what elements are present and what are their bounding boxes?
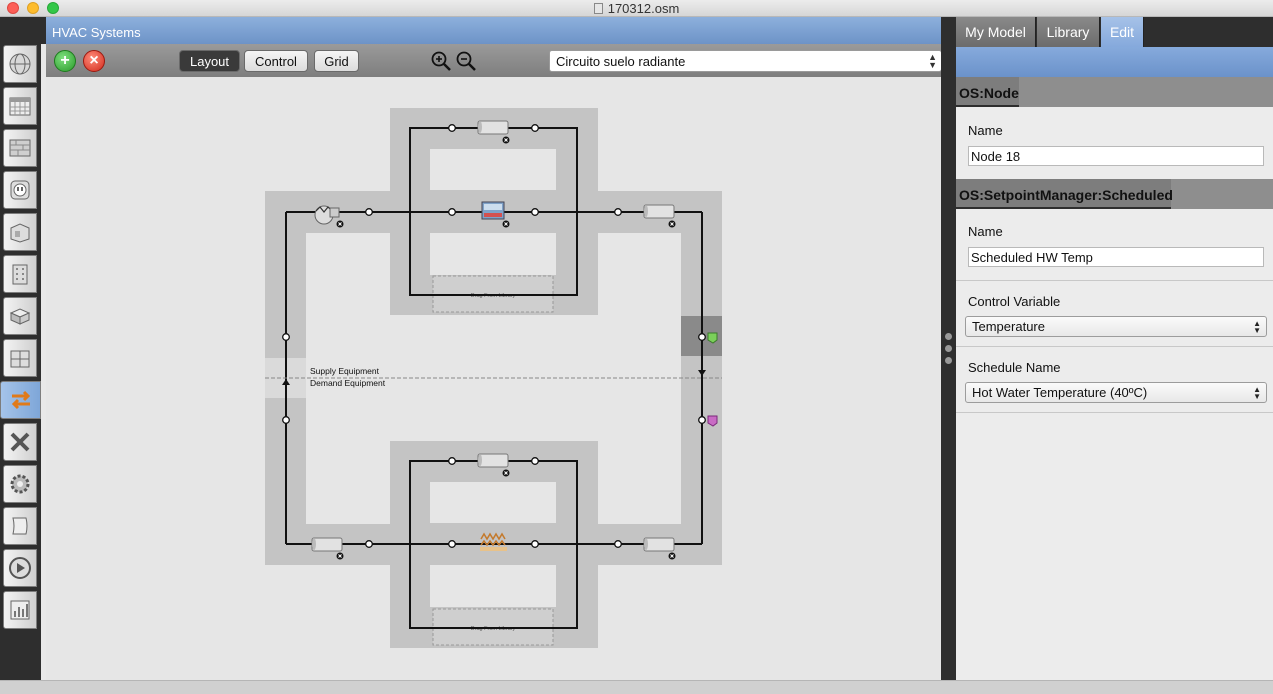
select-arrows-icon: ▲ ▼ <box>1253 385 1261 401</box>
pipe-icon <box>477 453 509 468</box>
window-titlebar: 170312.osm <box>0 0 1273 17</box>
section-header: HVAC Systems <box>41 17 941 44</box>
section-title: HVAC Systems <box>52 25 141 40</box>
demand-equipment-label: Demand Equipment <box>310 378 386 388</box>
inspector-tabs: My Model Library Edit <box>956 17 1273 47</box>
schedules-icon <box>9 97 31 116</box>
inspector-bar <box>956 47 1273 77</box>
boiler-icon <box>481 201 505 220</box>
nav-tab-site[interactable] <box>3 45 37 83</box>
tab-library[interactable]: Library <box>1037 17 1100 47</box>
splitter-grip-icon <box>945 357 952 364</box>
remove-loop-button[interactable]: × <box>83 50 105 72</box>
panel-splitter[interactable] <box>941 17 956 680</box>
results-icon <box>10 600 30 620</box>
zoom-in-icon[interactable] <box>430 50 452 72</box>
left-nav-tabs <box>0 17 41 680</box>
pipe-icon <box>643 204 675 219</box>
schedule-name-select[interactable]: Hot Water Temperature (40ºC) ▲ ▼ <box>965 382 1267 403</box>
node-section-title: OS:Node <box>959 85 1019 101</box>
add-loop-button[interactable]: + <box>54 50 76 72</box>
site-icon <box>9 53 31 75</box>
divider <box>956 412 1273 413</box>
window-title: 170312.osm <box>0 1 1273 16</box>
nav-tab-facility[interactable] <box>3 255 37 293</box>
setpoint-name-value: Scheduled HW Temp <box>971 249 1093 265</box>
node-name-value: Node 18 <box>971 148 1021 164</box>
schedule-name-label: Schedule Name <box>968 360 1061 375</box>
control-variable-select[interactable]: Temperature ▲ ▼ <box>965 316 1267 337</box>
loop-select-value: Circuito suelo radiante <box>556 53 686 69</box>
nav-tab-hvac-systems[interactable] <box>0 381 41 419</box>
select-arrows-icon: ▲ ▼ <box>928 52 937 70</box>
control-variable-value: Temperature <box>972 319 1045 334</box>
divider <box>956 280 1273 281</box>
loads-icon <box>10 180 30 200</box>
splitter-grip-icon <box>945 333 952 340</box>
nav-tab-thermal-zones[interactable] <box>3 339 37 377</box>
grid-button[interactable]: Grid <box>314 50 359 72</box>
tab-my-model[interactable]: My Model <box>956 17 1036 47</box>
simulation-settings-icon <box>10 474 30 494</box>
nav-tab-measures[interactable] <box>3 423 37 461</box>
document-icon <box>593 3 603 14</box>
control-button[interactable]: Control <box>244 50 308 72</box>
nav-tab-space-types[interactable] <box>3 213 37 251</box>
loop-select[interactable]: Circuito suelo radiante ▲ ▼ <box>549 50 942 72</box>
thermal-zones-icon <box>10 350 30 368</box>
control-variable-label: Control Variable <box>968 294 1061 309</box>
hvac-toolbar: + × Layout Control Grid Circuito suelo r… <box>46 44 942 77</box>
facility-icon <box>12 264 28 285</box>
node-name-label: Name <box>968 123 1003 138</box>
pipe-icon <box>643 537 675 552</box>
window-bottom-bar <box>0 680 1273 694</box>
layout-button[interactable]: Layout <box>179 50 240 72</box>
loop-diagram: Drag From Library Drag From Library Supp… <box>265 108 722 648</box>
nav-tab-constructions[interactable] <box>3 129 37 167</box>
select-arrows-icon: ▲ ▼ <box>1253 319 1261 335</box>
hvac-icon <box>11 390 30 410</box>
nav-tab-schedules[interactable] <box>3 87 37 125</box>
zoom-out-icon[interactable] <box>455 50 477 72</box>
nav-tab-simulation-settings[interactable] <box>3 465 37 503</box>
setpoint-section-title: OS:SetpointManager:Scheduled <box>959 187 1173 203</box>
setpoint-name-field[interactable]: Scheduled HW Temp <box>968 247 1264 267</box>
hvac-systems-panel: HVAC Systems + × Layout Control Grid Cir… <box>41 17 942 680</box>
loop-diagram-canvas[interactable]: Drag From Library Drag From Library Supp… <box>46 77 941 680</box>
nav-tab-scripts[interactable] <box>3 507 37 545</box>
measures-icon <box>10 432 30 452</box>
constructions-icon <box>9 139 31 157</box>
tab-edit[interactable]: Edit <box>1101 17 1144 47</box>
supply-equipment-label: Supply Equipment <box>310 366 380 376</box>
spaces-icon <box>9 308 31 325</box>
nav-tab-spaces[interactable] <box>3 297 37 335</box>
nav-tab-loads[interactable] <box>3 171 37 209</box>
pipe-icon <box>477 120 509 135</box>
scripts-icon <box>12 517 28 535</box>
plus-icon: + <box>60 52 70 69</box>
setpoint-name-label: Name <box>968 224 1003 239</box>
inspector-panel: My Model Library Edit OS:Node Name Node … <box>956 17 1273 680</box>
run-icon <box>9 557 31 579</box>
divider <box>956 346 1273 347</box>
nav-tab-run-simulation[interactable] <box>3 549 37 587</box>
space-types-icon <box>10 223 30 243</box>
setpoint-section-header: OS:SetpointManager:Scheduled <box>956 179 1273 209</box>
splitter-grip-icon <box>945 345 952 352</box>
close-icon: × <box>89 52 99 69</box>
node-name-field[interactable]: Node 18 <box>968 146 1264 166</box>
nav-tab-results[interactable] <box>3 591 37 629</box>
window-title-text: 170312.osm <box>607 1 680 16</box>
pipe-icon <box>311 537 343 552</box>
schedule-name-value: Hot Water Temperature (40ºC) <box>972 385 1148 400</box>
node-section-header: OS:Node <box>956 77 1273 107</box>
